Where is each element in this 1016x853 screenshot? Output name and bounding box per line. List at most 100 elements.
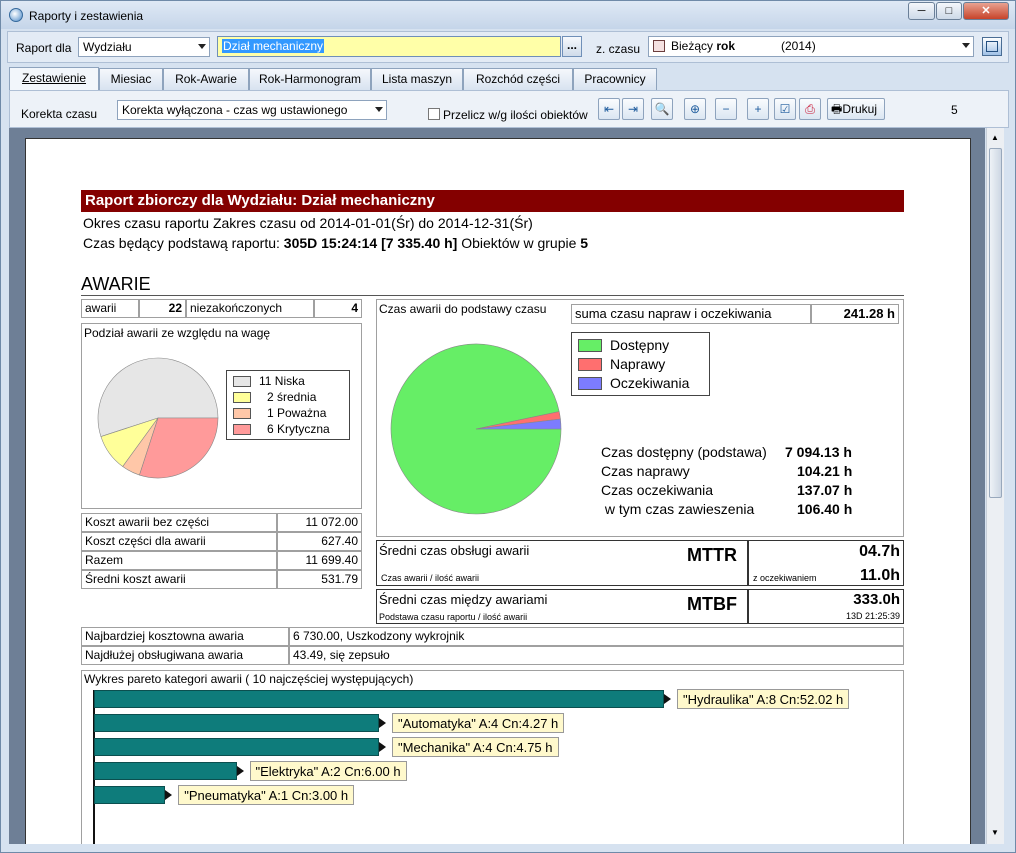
report-period: Okres czasu raportu Zakres czasu od 2014… xyxy=(83,215,533,231)
tab-pracownicy[interactable]: Pracownicy xyxy=(573,68,657,90)
legend-label: 11 Niska xyxy=(259,374,305,388)
raport-dla-label: Raport dla xyxy=(16,41,72,55)
legend-swatch xyxy=(578,357,602,371)
mtbf-sub: Podstawa czasu raportu / ilość awarii xyxy=(379,612,528,622)
arrow-right-icon xyxy=(379,718,386,728)
close-button[interactable]: ✕ xyxy=(963,2,1009,20)
downtime-title: Czas awarii do podstawy czasu xyxy=(379,302,547,316)
zoom-page-button[interactable]: 🔍 xyxy=(651,98,673,120)
time-label: Czas dostępny (podstawa) xyxy=(601,444,767,460)
przelicz-label: Przelicz w/g ilości obiektów xyxy=(443,108,588,122)
period-select[interactable]: Bieżący rok (2014) xyxy=(648,36,974,57)
chevron-down-icon xyxy=(962,43,970,48)
tab-zestawienie[interactable]: Zestawienie xyxy=(9,67,99,91)
pareto-bar-label: "Automatyka" A:4 Cn:4.27 h xyxy=(392,713,565,733)
cost-label: Koszt awarii bez części xyxy=(81,513,277,532)
zoom-out-icon: − xyxy=(722,102,730,116)
tab-lista-maszyn[interactable]: Lista maszyn xyxy=(371,68,463,90)
next-page-button[interactable]: ⇥ xyxy=(622,98,644,120)
korekta-value: Korekta wyłączona - czas wg ustawionego xyxy=(122,103,348,117)
print-button[interactable]: 🖶Drukuj xyxy=(827,98,885,120)
report-viewer[interactable]: Raport zbiorczy dla Wydziału: Dział mech… xyxy=(9,128,985,844)
longest-value: 43.49, się zepsuło xyxy=(289,646,904,665)
arrow-right-icon xyxy=(236,766,244,776)
z-czasu-label: z. czasu xyxy=(596,42,641,56)
severity-legend: 11 Niska 2 średnia 1 Poważna 6 Krytyczna xyxy=(226,370,350,440)
scroll-thumb[interactable] xyxy=(989,148,1002,498)
niezak-label: niezakończonych xyxy=(186,299,314,318)
base-time-hours: [7 335.40 h] xyxy=(381,235,458,251)
objects-label: Obiektów w grupie xyxy=(461,235,577,251)
raport-dla-select[interactable]: Wydziału xyxy=(78,37,210,57)
pareto-bar-mechanika xyxy=(94,738,379,756)
mttr-label: Średni czas obsługi awarii xyxy=(379,543,530,558)
awarii-label: awarii xyxy=(81,299,139,318)
legend-item: 11 Niska xyxy=(233,374,305,388)
legend-item: 2 średnia xyxy=(233,390,316,404)
pareto-bar-automatyka xyxy=(94,714,379,732)
mttr-sub2: z oczekiwaniem xyxy=(753,573,817,583)
arrow-right-icon xyxy=(379,742,386,752)
tab-rok-awarie[interactable]: Rok-Awarie xyxy=(163,68,249,90)
legend-swatch xyxy=(233,423,251,435)
zoom-in-button[interactable]: + xyxy=(747,98,769,120)
pareto-bar-pneumatyka xyxy=(94,786,166,804)
korekta-select[interactable]: Korekta wyłączona - czas wg ustawionego xyxy=(117,100,387,120)
time-value: 137.07 h xyxy=(797,482,853,498)
mttr-value: 04.7h xyxy=(859,543,900,560)
mtbf-values: 333.0h 13D 21:25:39 xyxy=(748,589,904,624)
tab-miesiac[interactable]: Miesiac xyxy=(99,68,163,90)
legend-label: 1 Poważna xyxy=(267,406,327,420)
export-button[interactable]: ☑ xyxy=(774,98,796,120)
zoom-out-button[interactable]: − xyxy=(715,98,737,120)
tab-rozchod-czesci[interactable]: Rozchód części xyxy=(463,68,573,90)
window-layout-button[interactable] xyxy=(982,37,1002,56)
pareto-bar-label: "Mechanika" A:4 Cn:4.75 h xyxy=(392,737,559,757)
time-label: w tym czas zawieszenia xyxy=(601,501,755,517)
cost-value: 531.79 xyxy=(277,570,362,589)
first-page-icon: ⇤ xyxy=(603,102,615,116)
report-base-time: Czas będący podstawą raportu: 305D 15:24… xyxy=(83,235,588,251)
report-scope-bar: Raport dla Wydziału Dział mechaniczny ..… xyxy=(7,31,1009,63)
mtbf-panel: Średni czas między awariami MTBF Podstaw… xyxy=(376,589,748,624)
suma-label: suma czasu napraw i oczekiwania xyxy=(571,304,811,324)
cost-label: Średni koszt awarii xyxy=(81,570,277,589)
korekta-label: Korekta czasu xyxy=(21,107,98,121)
browse-button[interactable]: ... xyxy=(562,36,582,57)
report-page: Raport zbiorczy dla Wydziału: Dział mech… xyxy=(25,138,971,844)
pdf-button[interactable]: ⎙ xyxy=(799,98,821,120)
options-bar: Korekta czasu Korekta wyłączona - czas w… xyxy=(9,90,1009,128)
section-divider xyxy=(81,295,904,296)
downtime-pie-chart xyxy=(390,343,562,515)
zoom-width-button[interactable]: ⊕ xyxy=(684,98,706,120)
title-bar: Raporty i zestawienia ─ □ ✕ xyxy=(1,1,1015,29)
arrow-right-icon xyxy=(664,694,671,704)
report-title: Raport zbiorczy dla Wydziału: Dział mech… xyxy=(81,190,904,212)
time-value: 104.21 h xyxy=(797,463,853,479)
costliest-value: 6 730.00, Uszkodzony wykrojnik xyxy=(289,627,904,646)
tab-rok-harmonogram[interactable]: Rok-Harmonogram xyxy=(249,68,371,90)
object-value: Dział mechaniczny xyxy=(222,39,325,53)
przelicz-checkbox[interactable] xyxy=(428,108,440,120)
period-unit: rok xyxy=(716,39,736,53)
downtime-panel: Czas awarii do podstawy czasu suma czasu… xyxy=(376,299,904,537)
app-icon xyxy=(9,8,23,22)
minimize-button[interactable]: ─ xyxy=(908,2,935,20)
section-title: AWARIE xyxy=(81,274,151,294)
mttr-sub: Czas awarii / ilość awarii xyxy=(381,573,480,583)
time-label: Czas naprawy xyxy=(601,463,690,479)
vertical-scrollbar[interactable]: ▲ ▼ xyxy=(986,128,1004,844)
legend-label: Dostępny xyxy=(610,337,670,353)
scroll-up-icon[interactable]: ▲ xyxy=(991,133,999,142)
maximize-button[interactable]: □ xyxy=(936,2,962,20)
checkbox-icon: ☑ xyxy=(779,102,791,116)
first-page-button[interactable]: ⇤ xyxy=(598,98,620,120)
arrow-right-icon xyxy=(165,790,173,800)
cost-label: Koszt części dla awarii xyxy=(81,532,277,551)
scroll-down-icon[interactable]: ▼ xyxy=(991,828,999,837)
object-input[interactable]: Dział mechaniczny xyxy=(217,36,561,57)
pareto-chart: "Hydraulika" A:8 Cn:52.02 h "Automatyka" … xyxy=(82,671,905,844)
zoom-level: 5 xyxy=(951,103,958,117)
window-icon xyxy=(986,41,998,52)
period-year: (2014) xyxy=(781,39,816,53)
